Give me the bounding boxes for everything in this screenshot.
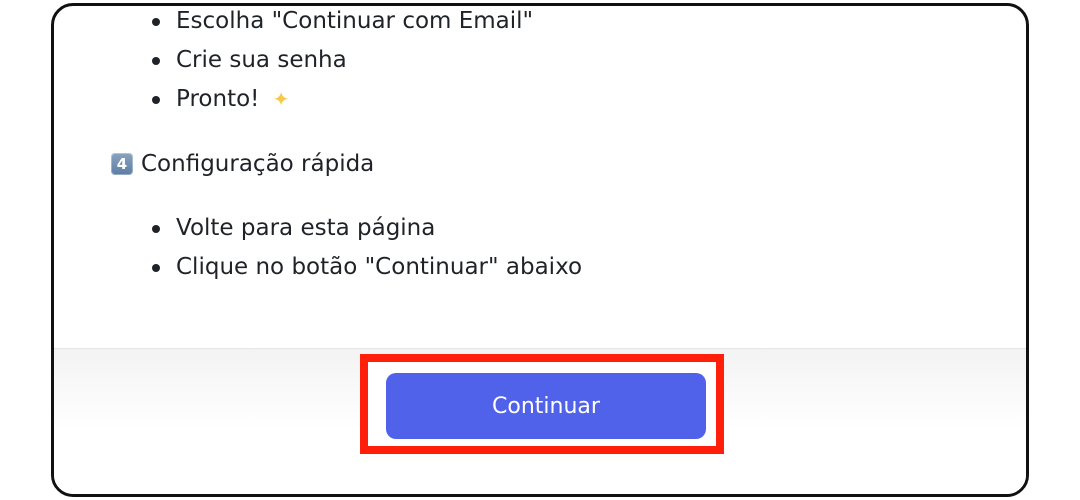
sparkles-icon: ✦ <box>272 87 290 111</box>
step-text: Volte para esta página <box>176 215 436 241</box>
bullet-icon <box>152 18 160 26</box>
section-title: Configuração rápida <box>141 151 375 177</box>
list-item: Clique no botão "Continuar" abaixo <box>152 248 582 287</box>
step-text: Crie sua senha <box>176 47 347 73</box>
instructions-content: Escolha "Continuar com Email" Crie sua s… <box>54 6 1026 348</box>
bullet-icon <box>152 57 160 65</box>
list-item: Crie sua senha <box>152 41 533 80</box>
step-text: Clique no botão "Continuar" abaixo <box>176 254 583 280</box>
step-text: Escolha "Continuar com Email" <box>176 8 534 34</box>
continue-button[interactable]: Continuar <box>386 373 706 439</box>
signup-steps-list: Escolha "Continuar com Email" Crie sua s… <box>152 6 534 119</box>
list-item: Escolha "Continuar com Email" <box>152 6 534 41</box>
list-item: Pronto! ✦ <box>152 80 533 119</box>
highlight-box: Continuar <box>360 354 724 454</box>
setup-steps-list: Volte para esta página Clique no botão "… <box>152 209 582 287</box>
step-text: Pronto! <box>176 86 260 112</box>
bullet-icon <box>152 96 160 104</box>
dialog-frame: Escolha "Continuar com Email" Crie sua s… <box>51 3 1029 497</box>
bullet-icon <box>152 264 160 272</box>
bullet-icon <box>152 225 160 233</box>
keycap-4-icon: 4 <box>111 153 133 175</box>
list-item: Volte para esta página <box>152 209 582 248</box>
dialog-footer: Continuar <box>54 348 1026 494</box>
section-heading: 4 Configuração rápida <box>111 144 374 184</box>
